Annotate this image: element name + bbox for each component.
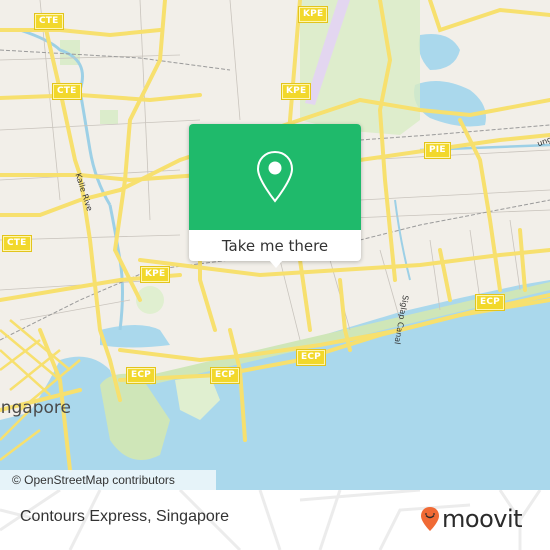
reservoir [418,34,460,70]
popup-pointer [269,260,283,268]
road-shield-cte: CTE [34,13,64,30]
road-shield-ecp: ECP [210,367,240,384]
road-shield-ecp: ECP [126,367,156,384]
road-shield-kpe: KPE [297,6,329,23]
water-body [100,325,170,348]
road-shield-ecp: ECP [475,294,505,311]
take-me-there-button[interactable]: Take me there [189,230,361,261]
moovit-pin-icon [421,507,439,531]
map-attribution[interactable]: © OpenStreetMap contributors [0,470,216,490]
map-view[interactable]: CTE CTE CTE KPE KPE KPE PIE ECP ECP ECP … [0,0,550,490]
road-shield-kpe: KPE [139,266,171,283]
road-shield-cte: CTE [52,83,82,100]
place-name: Contours Express, Singapore [20,508,229,525]
footer-bar: Contours Express, Singapore moovit [0,490,550,550]
road-shield-cte: CTE [2,235,32,252]
moovit-logo[interactable]: moovit [420,504,523,534]
reservoir [414,81,486,127]
brand-name: moovit [442,505,523,533]
popup-header [189,124,361,230]
road-shield-kpe: KPE [280,83,312,100]
city-label: ingapore [0,398,71,418]
road-shield-pie: PIE [424,142,451,159]
park-area [100,110,118,124]
location-popup: Take me there [189,124,361,268]
road-shield-ecp: ECP [296,349,326,366]
map-pin-icon [256,150,294,203]
